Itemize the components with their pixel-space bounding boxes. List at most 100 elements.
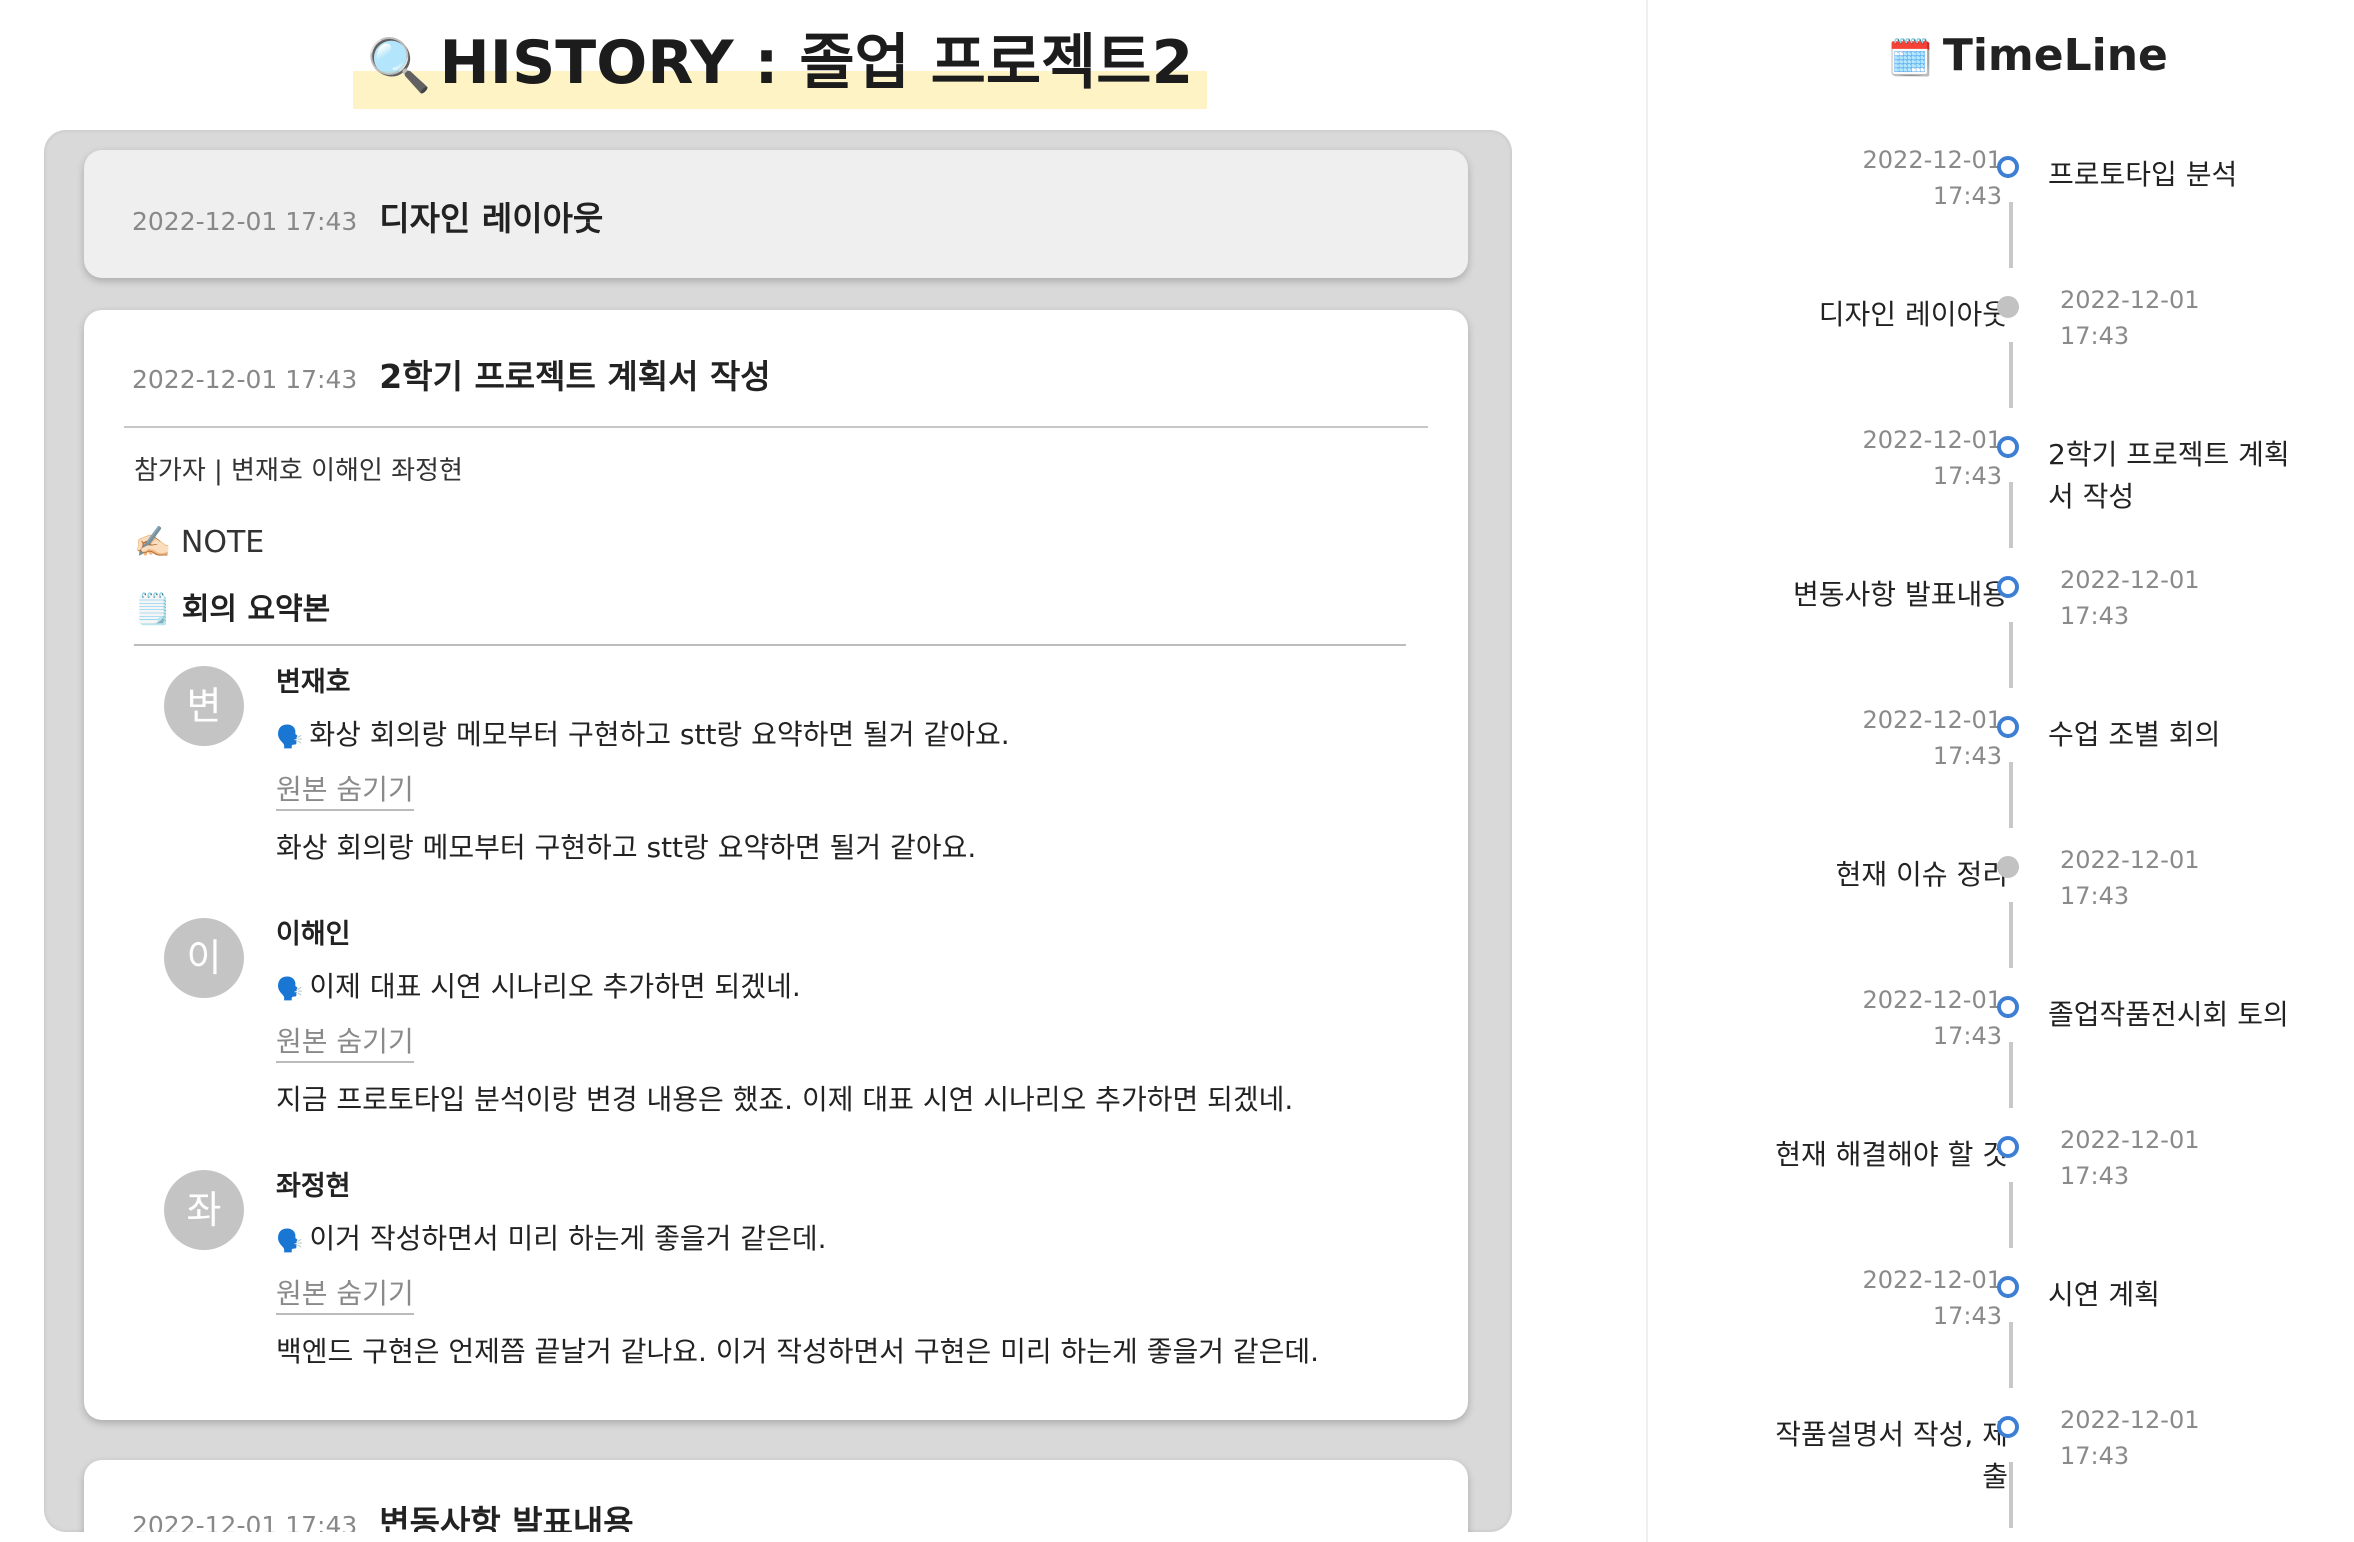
- timeline-label[interactable]: 디자인 레이아웃: [1748, 294, 2008, 336]
- time-text: 17:43: [2060, 322, 2130, 350]
- timeline-date: 2022-12-01 17:43: [1802, 422, 2002, 494]
- original-text: 지금 프로토타입 분석이랑 변경 내용은 했죠. 이제 대표 시연 시나리오 추…: [276, 1083, 1294, 1116]
- date-text: 2022-12-01: [2060, 1126, 2200, 1154]
- timeline-date: 2022-12-01 17:43: [2060, 1402, 2260, 1474]
- timeline-connector: [2009, 342, 2013, 408]
- timeline-title: 🗓️ TimeLine: [1888, 30, 2168, 81]
- timeline-date: 2022-12-01 17:43: [2060, 562, 2260, 634]
- time-text: 17:43: [2060, 1442, 2130, 1470]
- time-text: 17:43: [1932, 1302, 2002, 1330]
- timeline-title-text: TimeLine: [1942, 30, 2168, 81]
- time-text: 17:43: [1932, 742, 2002, 770]
- card-date: 2022-12-01 17:43: [132, 1511, 358, 1532]
- time-text: 17:43: [2060, 602, 2130, 630]
- note-label: NOTE: [180, 525, 265, 560]
- hide-original-link[interactable]: 원본 숨기기: [276, 773, 414, 811]
- history-card-expanded: 2022-12-01 17:43 2학기 프로젝트 계획서 작성 참가자 | 변…: [84, 310, 1468, 1420]
- original-text: 백엔드 구현은 언제쯤 끝날거 같나요. 이거 작성하면서 구현은 미리 하는게…: [276, 1335, 1320, 1368]
- speaker-body: 이해인 🗣️ 이제 대표 시연 시나리오 추가하면 되겠네. 원본 숨기기 지금 …: [276, 918, 1376, 1117]
- speaker-summary: 🗣️ 이거 작성하면서 미리 하는게 좋을거 같은데.: [276, 1222, 1376, 1259]
- timeline-connector: [2009, 1042, 2013, 1108]
- card-title[interactable]: 변동사항 발표내용: [379, 1496, 633, 1532]
- timeline-dot: [1997, 856, 2019, 878]
- timeline-date: 2022-12-01 17:43: [1802, 982, 2002, 1054]
- card-title[interactable]: 디자인 레이아웃: [379, 192, 603, 240]
- date-text: 2022-12-01: [2060, 846, 2200, 874]
- timeline-date: 2022-12-01 17:43: [2060, 282, 2260, 354]
- date-text: 2022-12-01: [2060, 286, 2200, 314]
- timeline-label[interactable]: 현재 해결해야 할 것: [1748, 1134, 2008, 1176]
- participants-line: 참가자 | 변재호 이해인 좌정현: [134, 456, 463, 486]
- speaking-head-icon: 🗣️: [276, 1229, 304, 1254]
- timeline-dot: [1997, 296, 2019, 318]
- magnifier-icon: 🔍: [366, 36, 432, 96]
- page-title: 🔍 HISTORY : 졸업 프로젝트2: [352, 14, 1208, 109]
- history-pane: 🔍 HISTORY : 졸업 프로젝트2 2022-12-01 17:43 디자인…: [0, 0, 1640, 1542]
- date-text: 2022-12-01: [1862, 146, 2002, 174]
- timeline-connector: [2009, 902, 2013, 968]
- timeline-date: 2022-12-01 17:43: [1802, 142, 2002, 214]
- speaker-summary: 🗣️ 이제 대표 시연 시나리오 추가하면 되겠네.: [276, 970, 1376, 1007]
- timeline-connector: [2009, 1462, 2013, 1528]
- avatar: 좌: [164, 1170, 244, 1250]
- summary-label: 회의 요약본: [181, 592, 331, 627]
- card-header: 2022-12-01 17:43 디자인 레이아웃: [84, 150, 1468, 240]
- writing-hand-icon: ✍🏻: [134, 525, 172, 560]
- speaking-head-icon: 🗣️: [276, 977, 304, 1002]
- timeline-connector: [2009, 762, 2013, 828]
- avatar: 변: [164, 666, 244, 746]
- date-text: 2022-12-01: [1862, 706, 2002, 734]
- avatar: 이: [164, 918, 244, 998]
- history-header: 🔍 HISTORY : 졸업 프로젝트2: [0, 0, 1560, 109]
- summary-divider: [134, 644, 1406, 646]
- timeline-pane: 🗓️ TimeLine 2022-12-01 17:43 프로토타입 분석 디자인 …: [1648, 0, 2354, 1542]
- card-date: 2022-12-01 17:43: [132, 365, 358, 394]
- timeline-connector: [2009, 622, 2013, 688]
- timeline-dot: [1997, 1276, 2019, 1298]
- timeline-label[interactable]: 변동사항 발표내용: [1748, 574, 2008, 616]
- timeline-label[interactable]: 수업 조별 회의: [2048, 714, 2308, 756]
- timeline-dot: [1997, 576, 2019, 598]
- timeline-connector: [2009, 482, 2013, 548]
- timeline-dot: [1997, 1416, 2019, 1438]
- date-text: 2022-12-01: [1862, 426, 2002, 454]
- timeline-dot: [1997, 716, 2019, 738]
- date-text: 2022-12-01: [2060, 1406, 2200, 1434]
- history-card-collapsed[interactable]: 2022-12-01 17:43 디자인 레이아웃: [84, 150, 1468, 278]
- summary-text: 이제 대표 시연 시나리오 추가하면 되겠네.: [309, 970, 801, 1003]
- timeline-date: 2022-12-01 17:43: [1802, 702, 2002, 774]
- hide-original-link[interactable]: 원본 숨기기: [276, 1277, 414, 1315]
- timeline-dot: [1997, 156, 2019, 178]
- card-header: 2022-12-01 17:43 2학기 프로젝트 계획서 작성: [84, 310, 1468, 426]
- timeline-label[interactable]: 프로토타입 분석: [2048, 154, 2308, 196]
- speaker-body: 좌정현 🗣️ 이거 작성하면서 미리 하는게 좋을거 같은데. 원본 숨기기 백엔…: [276, 1170, 1376, 1369]
- date-text: 2022-12-01: [2060, 566, 2200, 594]
- timeline-label[interactable]: 졸업작품전시회 토의: [2048, 994, 2348, 1036]
- card-title[interactable]: 2학기 프로젝트 계획서 작성: [379, 350, 770, 398]
- timeline-label[interactable]: 2학기 프로젝트 계획서 작성: [2048, 434, 2308, 518]
- time-text: 17:43: [1932, 462, 2002, 490]
- page-title-text: HISTORY : 졸업 프로젝트2: [439, 28, 1194, 98]
- timeline-date: 2022-12-01 17:43: [2060, 842, 2260, 914]
- speaking-head-icon: 🗣️: [276, 725, 304, 750]
- history-card-next[interactable]: 2022-12-01 17:43 변동사항 발표내용: [84, 1460, 1468, 1532]
- timeline-dot: [1997, 436, 2019, 458]
- time-text: 17:43: [1932, 1022, 2002, 1050]
- card-date: 2022-12-01 17:43: [132, 207, 358, 236]
- original-text: 화상 회의랑 메모부터 구현하고 stt랑 요약하면 될거 같아요.: [276, 831, 977, 864]
- timeline-connector: [2009, 202, 2013, 268]
- hide-original-link[interactable]: 원본 숨기기: [276, 1025, 414, 1063]
- speaker-name: 좌정현: [276, 1171, 351, 1202]
- date-text: 2022-12-01: [1862, 986, 2002, 1014]
- history-list[interactable]: 2022-12-01 17:43 디자인 레이아웃 2022-12-01 17:…: [44, 130, 1512, 1532]
- timeline-label[interactable]: 현재 이슈 정리: [1748, 854, 2008, 896]
- timeline-dot: [1997, 1136, 2019, 1158]
- calendar-icon: 🗓️: [1888, 38, 1933, 79]
- notepad-icon: 🗒️: [134, 592, 172, 627]
- timeline-connector: [2009, 1182, 2013, 1248]
- time-text: 17:43: [2060, 882, 2130, 910]
- timeline-label[interactable]: 시연 계획: [2048, 1274, 2308, 1316]
- timeline-label[interactable]: 작품설명서 작성, 제출: [1768, 1414, 2008, 1498]
- timeline-dot: [1997, 996, 2019, 1018]
- card-header: 2022-12-01 17:43 변동사항 발표내용: [84, 1460, 1468, 1532]
